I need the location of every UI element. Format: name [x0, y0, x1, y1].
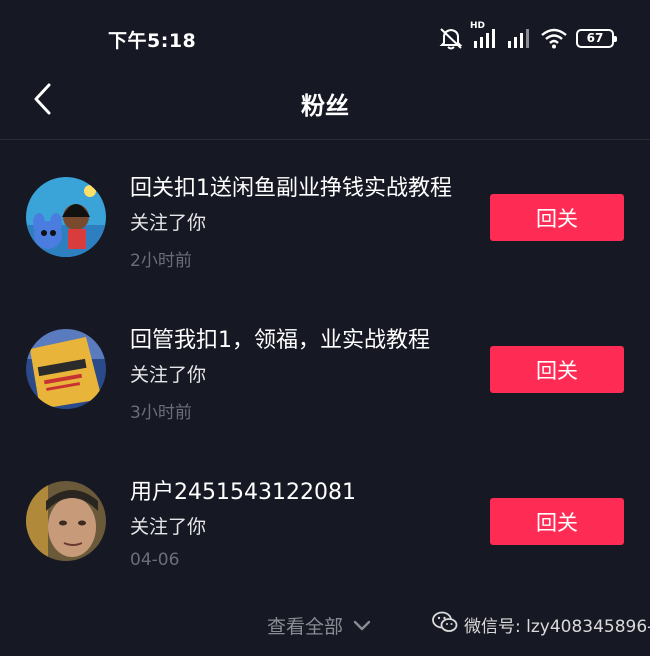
cellular-signal-2-icon — [506, 27, 532, 49]
view-all-button[interactable]: 查看全部 — [267, 612, 371, 639]
battery-icon: 67 — [576, 28, 617, 48]
follower-name: 回管我扣1，领福，业实战教程 — [130, 328, 430, 353]
avatar[interactable] — [26, 481, 106, 561]
status-icons: HD 67 — [438, 21, 617, 50]
follow-back-button[interactable]: 回关 — [490, 498, 624, 545]
battery-level: 67 — [586, 31, 604, 45]
follow-back-button[interactable]: 回关 — [490, 194, 624, 241]
watermark-text: 微信号: lzy408345896- — [464, 617, 650, 637]
follow-status: 关注了你 — [130, 212, 207, 234]
mute-bell-icon — [438, 26, 464, 50]
hd-label: HD — [470, 21, 486, 31]
follow-status: 关注了你 — [130, 364, 207, 386]
follow-back-button[interactable]: 回关 — [490, 346, 624, 393]
person-avatar-icon — [26, 481, 106, 561]
wechat-icon — [432, 611, 458, 638]
list-item[interactable]: 用户2451543122081 关注了你 04-06 回关 — [0, 444, 650, 584]
list-item[interactable]: 回关扣1送闲鱼副业挣钱实战教程 关注了你 2小时前 回关 — [0, 140, 650, 280]
avatar[interactable] — [26, 329, 106, 409]
book-avatar-icon — [26, 329, 106, 409]
list-item[interactable]: 回管我扣1，领福，业实战教程 关注了你 3小时前 回关 — [0, 292, 650, 432]
follow-time: 3小时前 — [130, 403, 192, 423]
wechat-watermark: 微信号: lzy408345896- — [432, 611, 650, 638]
nav-bar: 粉丝 — [0, 75, 650, 139]
view-all-label: 查看全部 — [267, 616, 344, 638]
wifi-icon — [540, 27, 568, 49]
cartoon-avatar-icon — [26, 177, 106, 257]
page-title: 粉丝 — [301, 92, 349, 120]
follow-time: 04-06 — [130, 550, 180, 570]
follow-status: 关注了你 — [130, 516, 207, 538]
follower-name: 回关扣1送闲鱼副业挣钱实战教程 — [130, 176, 452, 201]
chevron-down-icon — [353, 615, 371, 637]
avatar[interactable] — [26, 177, 106, 257]
cellular-signal-icon: HD — [470, 21, 498, 49]
follow-time: 2小时前 — [130, 251, 192, 271]
follower-name: 用户2451543122081 — [130, 480, 356, 505]
status-bar: 下午5:18 HD 67 — [0, 0, 650, 75]
status-time: 下午5:18 — [108, 30, 197, 52]
